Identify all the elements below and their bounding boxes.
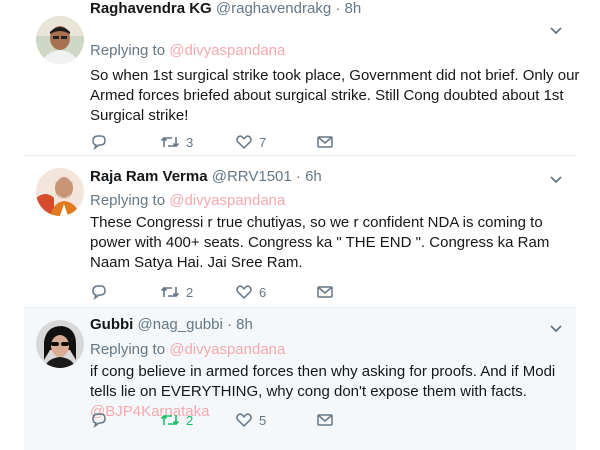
replying-to: Replying to @divyaspandana	[90, 341, 285, 358]
tweet-text: These Congressi r true chutiyas, so we r…	[90, 213, 580, 273]
separator: ·	[295, 168, 301, 185]
reply-mention-link[interactable]: @divyaspandana	[169, 192, 285, 209]
chevron-down-icon[interactable]	[548, 320, 564, 336]
envelope-icon	[317, 414, 333, 426]
tweet-text-content: So when 1st surgical strike took place, …	[90, 67, 580, 124]
like-count: 6	[259, 284, 267, 300]
tweet-header: Raghavendra KG @raghavendrakg · 8h	[90, 0, 361, 17]
user-handle[interactable]: @nag_gubbi	[138, 316, 223, 333]
tweet-thread: Raghavendra KG @raghavendrakg · 8h Reply…	[0, 0, 600, 450]
like-button[interactable]: 5	[235, 410, 266, 430]
left-margin	[0, 0, 24, 450]
direct-message-button[interactable]	[316, 282, 334, 302]
user-handle[interactable]: @raghavendrakg	[216, 0, 331, 17]
replying-to: Replying to @divyaspandana	[90, 192, 285, 209]
separator: ·	[335, 0, 341, 17]
display-name[interactable]: Raja Ram Verma	[90, 168, 208, 185]
tweet-actions: 2 6	[90, 282, 570, 302]
like-count: 5	[259, 412, 267, 428]
retweet-count: 2	[186, 412, 194, 428]
heart-icon	[236, 413, 252, 428]
chevron-down-icon[interactable]	[548, 171, 564, 187]
reply-button[interactable]	[90, 282, 114, 302]
retweet-icon	[160, 286, 180, 298]
tweet-header: Gubbi @nag_gubbi · 8h	[90, 316, 253, 333]
reply-icon	[92, 135, 106, 151]
replying-prefix: Replying to	[90, 192, 166, 209]
reply-icon	[92, 413, 106, 429]
timestamp[interactable]: 6h	[305, 168, 322, 185]
avatar[interactable]	[36, 320, 84, 368]
reply-mention-link[interactable]: @divyaspandana	[169, 42, 285, 59]
heart-icon	[236, 285, 252, 300]
reply-button[interactable]	[90, 132, 114, 152]
like-count: 7	[259, 134, 267, 150]
retweet-icon	[160, 136, 180, 148]
timestamp[interactable]: 8h	[345, 0, 362, 17]
tweet-text: So when 1st surgical strike took place, …	[90, 66, 580, 126]
tweet-header: Raja Ram Verma @RRV1501 · 6h	[90, 168, 322, 185]
replying-to: Replying to @divyaspandana	[90, 42, 285, 59]
retweet-count: 3	[186, 134, 194, 150]
reply-icon	[92, 285, 106, 301]
separator: ·	[226, 316, 232, 333]
replying-prefix: Replying to	[90, 341, 166, 358]
avatar[interactable]	[36, 168, 84, 216]
direct-message-button[interactable]	[316, 410, 334, 430]
envelope-icon	[317, 286, 333, 298]
tweet-text-content: if cong believe in armed forces then why…	[90, 363, 556, 400]
retweet-button[interactable]: 2	[160, 282, 193, 302]
retweet-count: 2	[186, 284, 194, 300]
retweet-button[interactable]: 2	[160, 410, 193, 430]
retweet-icon	[160, 414, 180, 426]
tweet-actions: 2 5	[90, 410, 570, 430]
chevron-down-icon[interactable]	[548, 22, 564, 38]
reply-button[interactable]	[90, 410, 114, 430]
like-button[interactable]: 6	[235, 282, 266, 302]
reply-mention-link[interactable]: @divyaspandana	[169, 341, 285, 358]
like-button[interactable]: 7	[235, 132, 266, 152]
tweet-text-content: These Congressi r true chutiyas, so we r…	[90, 214, 550, 271]
tweet-actions: 3 7	[90, 132, 570, 152]
direct-message-button[interactable]	[316, 132, 334, 152]
envelope-icon	[317, 136, 333, 148]
display-name[interactable]: Raghavendra KG	[90, 0, 212, 17]
user-handle[interactable]: @RRV1501	[212, 168, 292, 185]
avatar[interactable]	[36, 16, 84, 64]
replying-prefix: Replying to	[90, 42, 166, 59]
retweet-button[interactable]: 3	[160, 132, 193, 152]
heart-icon	[236, 135, 252, 150]
timestamp[interactable]: 8h	[236, 316, 253, 333]
display-name[interactable]: Gubbi	[90, 316, 133, 333]
